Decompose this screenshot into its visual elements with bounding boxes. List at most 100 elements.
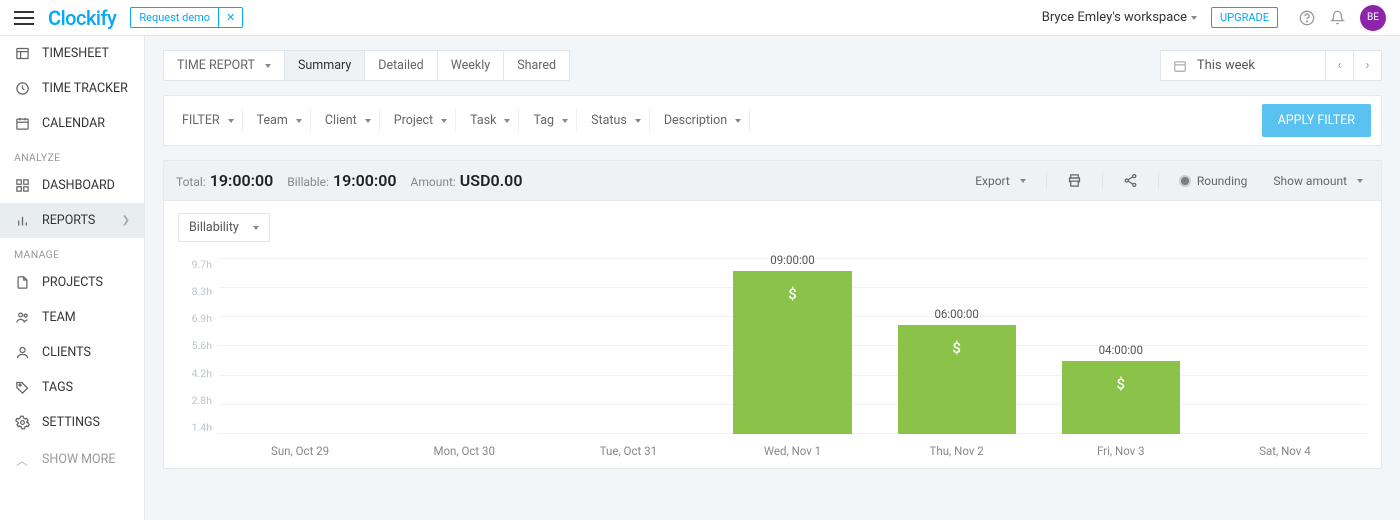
toggle-icon xyxy=(1179,175,1191,187)
dollar-icon: $ xyxy=(1117,375,1126,393)
chevron-down-icon xyxy=(441,119,447,123)
filter-tag[interactable]: Tag xyxy=(525,108,577,133)
gear-icon xyxy=(14,415,30,430)
hours-bar-chart: 9.7h8.3h6.9h5.6h4.2h2.8h1.4h 09:00:00$06… xyxy=(178,252,1367,462)
sidebar-item-reports[interactable]: REPORTS ❯ xyxy=(0,203,144,238)
chevron-down-icon xyxy=(228,119,234,123)
tab-detailed[interactable]: Detailed xyxy=(364,50,437,81)
file-icon xyxy=(14,275,30,290)
tag-icon xyxy=(14,380,30,395)
user-icon xyxy=(14,345,30,360)
clock-icon xyxy=(14,81,30,96)
filter-project[interactable]: Project xyxy=(386,108,456,133)
sidebar-item-time-tracker[interactable]: TIME TRACKER xyxy=(0,71,144,106)
date-next-button[interactable]: › xyxy=(1353,51,1381,80)
dashboard-icon xyxy=(14,178,30,193)
filter-bar: FILTER Team Client Project Task Tag Stat… xyxy=(163,95,1382,146)
help-icon[interactable] xyxy=(1292,3,1322,33)
bar-column: 04:00:00 $ xyxy=(1039,258,1203,434)
bar-value-label: 04:00:00 xyxy=(1099,343,1143,357)
filter-description[interactable]: Description xyxy=(656,108,750,133)
filter-status[interactable]: Status xyxy=(583,108,650,133)
sidebar-item-projects[interactable]: PROJECTS xyxy=(0,265,144,300)
bar[interactable]: 09:00:00$ xyxy=(733,271,851,434)
chevron-down-icon xyxy=(1357,179,1363,183)
close-icon[interactable]: ✕ xyxy=(218,8,242,27)
chevron-down-icon xyxy=(253,226,259,230)
section-analyze: ANALYZE xyxy=(0,141,144,168)
x-axis-label: Thu, Nov 2 xyxy=(875,440,1039,462)
request-demo-label: Request demo xyxy=(131,8,218,27)
workspace-dropdown[interactable]: Bryce Emley's workspace xyxy=(1042,10,1197,25)
sidebar-item-calendar[interactable]: CALENDAR xyxy=(0,106,144,141)
chevron-down-icon xyxy=(1020,179,1026,183)
chevron-down-icon xyxy=(635,119,641,123)
filter-team[interactable]: Team xyxy=(249,108,311,133)
tab-weekly[interactable]: Weekly xyxy=(437,50,504,81)
x-axis-label: Sat, Nov 4 xyxy=(1203,440,1367,462)
export-dropdown[interactable]: Export xyxy=(969,174,1032,188)
tab-summary[interactable]: Summary xyxy=(284,50,365,81)
print-icon[interactable] xyxy=(1061,173,1088,188)
section-manage: MANAGE xyxy=(0,238,144,265)
bar[interactable]: 04:00:00$ xyxy=(1062,361,1180,434)
chevron-down-icon xyxy=(365,119,371,123)
chevron-right-icon: ❯ xyxy=(122,215,130,226)
x-axis-label: Tue, Oct 31 xyxy=(546,440,710,462)
show-amount-dropdown[interactable]: Show amount xyxy=(1267,174,1369,188)
report-card: Total:19:00:00 Billable:19:00:00 Amount:… xyxy=(163,160,1382,469)
request-demo-pill[interactable]: Request demo ✕ xyxy=(130,7,243,28)
menu-toggle[interactable] xyxy=(14,11,34,25)
calendar-icon xyxy=(1173,59,1187,73)
date-range-picker: This week ‹ › xyxy=(1160,50,1382,81)
chevron-down-icon xyxy=(1191,16,1197,20)
apply-filter-button[interactable]: APPLY FILTER xyxy=(1262,104,1371,137)
sidebar-item-team[interactable]: TEAM xyxy=(0,300,144,335)
date-prev-button[interactable]: ‹ xyxy=(1325,51,1353,80)
bar-column xyxy=(546,258,710,434)
x-axis-label: Sun, Oct 29 xyxy=(218,440,382,462)
bar-value-label: 06:00:00 xyxy=(934,307,978,321)
dollar-icon: $ xyxy=(952,339,961,357)
share-icon[interactable] xyxy=(1117,173,1144,188)
bar[interactable]: 06:00:00$ xyxy=(898,325,1016,434)
x-axis-label: Wed, Nov 1 xyxy=(710,440,874,462)
x-axis-label: Fri, Nov 3 xyxy=(1039,440,1203,462)
chevron-up-icon: ︿ xyxy=(14,450,30,469)
bar-column xyxy=(382,258,546,434)
x-axis-label: Mon, Oct 30 xyxy=(382,440,546,462)
time-report-dropdown[interactable]: TIME REPORT xyxy=(163,50,285,81)
billable-stat: Billable:19:00:00 xyxy=(287,171,396,190)
show-more[interactable]: ︿ SHOW MORE xyxy=(0,440,144,479)
team-icon xyxy=(14,310,30,325)
sidebar-item-dashboard[interactable]: DASHBOARD xyxy=(0,168,144,203)
upgrade-button[interactable]: UPGRADE xyxy=(1211,7,1278,28)
bar-value-label: 09:00:00 xyxy=(770,253,814,267)
logo: CClockifylockify xyxy=(48,6,116,30)
filter-client[interactable]: Client xyxy=(317,108,380,133)
chevron-down-icon xyxy=(562,119,568,123)
sidebar-item-tags[interactable]: TAGS xyxy=(0,370,144,405)
sidebar: TIMESHEET TIME TRACKER CALENDAR ANALYZE … xyxy=(0,36,145,520)
timesheet-icon xyxy=(14,46,30,61)
sidebar-item-clients[interactable]: CLIENTS xyxy=(0,335,144,370)
bell-icon[interactable] xyxy=(1322,3,1352,33)
calendar-icon xyxy=(14,116,30,131)
filter-task[interactable]: Task xyxy=(462,108,519,133)
bar-column xyxy=(218,258,382,434)
date-range-button[interactable]: This week xyxy=(1161,51,1325,80)
chevron-down-icon xyxy=(735,119,741,123)
rounding-toggle[interactable]: Rounding xyxy=(1173,174,1254,188)
dollar-icon: $ xyxy=(788,285,797,303)
avatar[interactable]: BE xyxy=(1360,5,1386,31)
billability-dropdown[interactable]: Billability xyxy=(178,213,270,242)
bar-column: 09:00:00$ xyxy=(710,258,874,434)
sidebar-item-timesheet[interactable]: TIMESHEET xyxy=(0,36,144,71)
chevron-down-icon xyxy=(504,119,510,123)
reports-icon xyxy=(14,213,30,228)
tab-shared[interactable]: Shared xyxy=(503,50,570,81)
chevron-down-icon xyxy=(265,64,271,68)
sidebar-item-settings[interactable]: SETTINGS xyxy=(0,405,144,440)
report-type-tabs: TIME REPORT Summary Detailed Weekly Shar… xyxy=(163,50,570,81)
filter-label[interactable]: FILTER xyxy=(174,108,243,133)
